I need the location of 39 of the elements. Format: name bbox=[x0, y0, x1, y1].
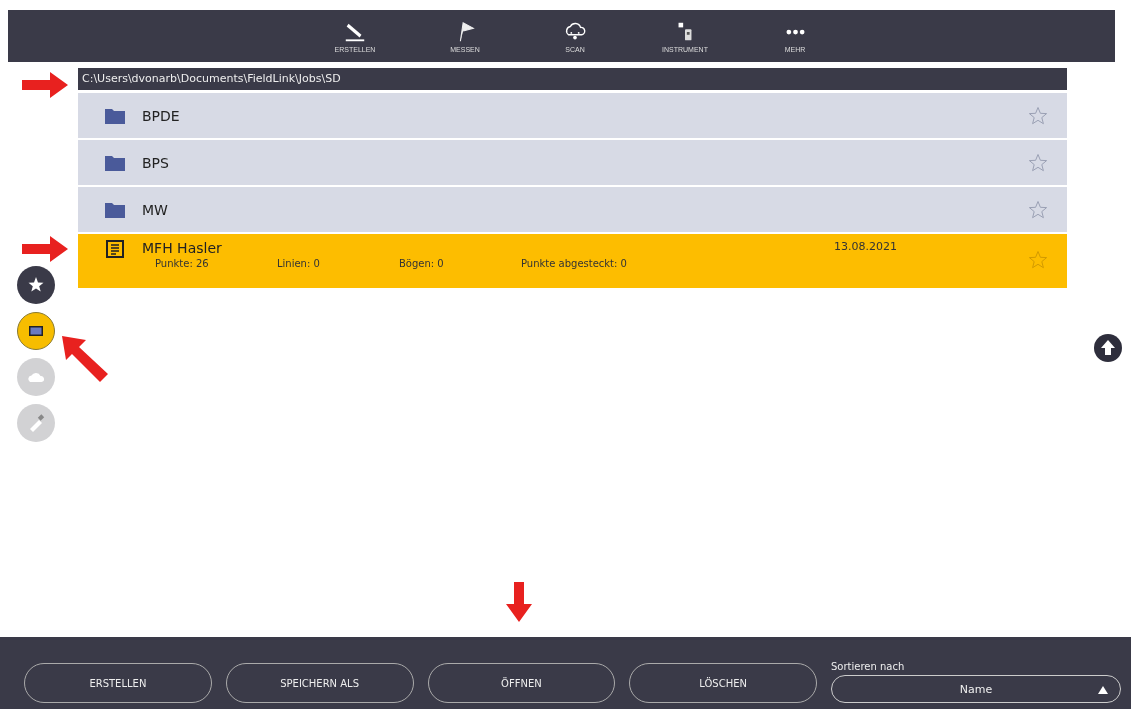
cloud-icon bbox=[27, 371, 45, 383]
action-button[interactable]: LÖSCHEN bbox=[629, 663, 817, 703]
file-detail: Punkte abgesteckt: 0 bbox=[521, 258, 627, 269]
source-button[interactable] bbox=[17, 266, 55, 304]
favorite-star-icon[interactable] bbox=[1028, 250, 1048, 270]
caret-icon bbox=[1098, 686, 1108, 694]
file-row[interactable]: MFH Hasler 13.08.2021 Punkte: 26 Linien: 0 Bögen: 0 Punkte abgesteckt: 0 bbox=[78, 234, 1067, 288]
file-date: 13.08.2021 bbox=[834, 240, 897, 255]
more-icon bbox=[785, 28, 805, 35]
favorite-star-icon[interactable] bbox=[1028, 199, 1048, 220]
folder-path: C:\Users\dvonarb\Documents\FieldLink\Jobs\SD bbox=[78, 68, 1067, 90]
scroll-up-button[interactable] bbox=[1093, 333, 1123, 363]
file-name: BPDE bbox=[142, 107, 181, 124]
file-detail: Linien: 0 bbox=[277, 258, 321, 269]
arrow-up-icon bbox=[1093, 333, 1123, 363]
sort-dropdown[interactable]: Name bbox=[831, 675, 1121, 703]
annotation-arrow bbox=[62, 336, 108, 382]
file-row[interactable]: BPDE bbox=[78, 93, 1067, 138]
file-detail: Punkte: 26 bbox=[155, 258, 210, 269]
sort-label: Sortieren nach bbox=[831, 661, 906, 672]
favorite-star-icon[interactable] bbox=[1028, 105, 1048, 126]
file-detail: Bögen: 0 bbox=[399, 258, 445, 269]
annotation-arrow bbox=[22, 72, 68, 98]
annotation-arrow bbox=[22, 236, 68, 262]
folder-icon bbox=[105, 154, 125, 171]
action-button[interactable]: ÖFFNEN bbox=[427, 663, 616, 703]
file-name: BPS bbox=[142, 154, 170, 171]
source-button[interactable] bbox=[17, 312, 55, 350]
annotation-arrow bbox=[506, 582, 532, 622]
document-icon bbox=[106, 240, 124, 258]
folder-icon bbox=[105, 107, 125, 124]
file-name: MW bbox=[142, 201, 169, 218]
favorite-star-icon[interactable] bbox=[1028, 152, 1048, 173]
file-row[interactable]: MW bbox=[78, 187, 1067, 232]
file-name: MFH Hasler bbox=[142, 240, 223, 256]
folder-icon bbox=[105, 201, 125, 218]
file-row[interactable]: BPS bbox=[78, 140, 1067, 185]
action-button[interactable]: SPEICHERN ALS bbox=[225, 663, 414, 703]
action-button[interactable]: ERSTELLEN bbox=[24, 663, 212, 703]
